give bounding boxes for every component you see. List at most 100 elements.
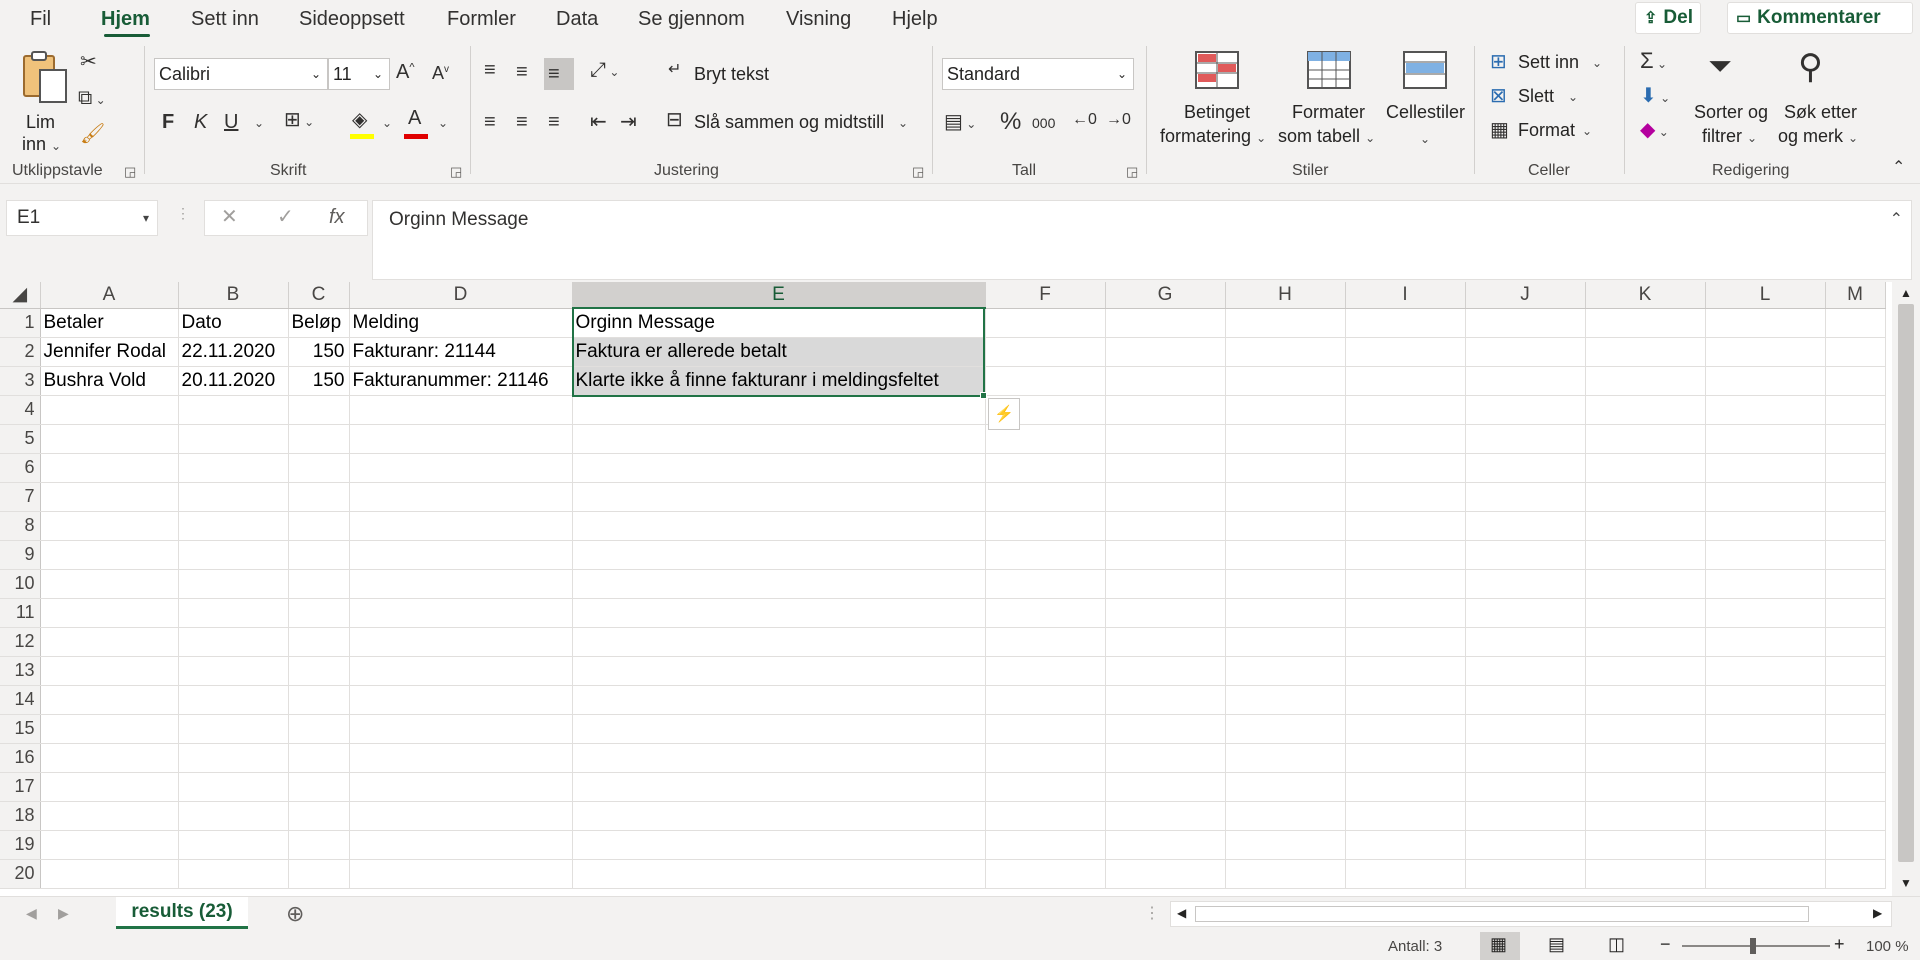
cell-i14[interactable] [1345,685,1466,715]
cell-k19[interactable] [1585,830,1706,860]
cell-d17[interactable] [349,772,573,802]
cell-e16[interactable] [572,743,986,773]
cell-b16[interactable] [178,743,289,773]
row-header[interactable]: 20 [0,859,41,889]
cell-f19[interactable] [985,830,1106,860]
chevron-down-icon[interactable]: ⌄ [254,116,264,130]
cell-b5[interactable] [178,424,289,454]
cell-b2[interactable]: 22.11.2020 [178,337,289,367]
cell-l18[interactable] [1705,801,1826,831]
normal-view-button[interactable]: ▦ [1480,932,1520,960]
cell-m9[interactable] [1825,540,1886,570]
paste-dropdown[interactable]: inn ⌄ [22,134,61,155]
cell-m17[interactable] [1825,772,1886,802]
cell-styles-button[interactable]: Cellestiler ⌄ [1382,46,1468,156]
cell-d14[interactable] [349,685,573,715]
cell-d4[interactable] [349,395,573,425]
cell-f13[interactable] [985,656,1106,686]
clear-icon[interactable]: ◆ ⌄ [1640,120,1669,140]
cell-a17[interactable] [40,772,179,802]
cell-h15[interactable] [1225,714,1346,744]
cell-g2[interactable] [1105,337,1226,367]
font-color-button[interactable]: A ⌄ [404,108,450,140]
cell-h4[interactable] [1225,395,1346,425]
cell-d15[interactable] [349,714,573,744]
cell-b15[interactable] [178,714,289,744]
cell-j17[interactable] [1465,772,1586,802]
col-header-i[interactable]: I [1345,282,1466,309]
scroll-left-icon[interactable]: ◀ [1177,906,1186,920]
col-header-d[interactable]: D [349,282,573,309]
cell-k8[interactable] [1585,511,1706,541]
cell-a14[interactable] [40,685,179,715]
format-cells-button[interactable]: ▦ Format ⌄ [1490,118,1600,146]
cell-g8[interactable] [1105,511,1226,541]
cell-c18[interactable] [288,801,350,831]
cell-e10[interactable] [572,569,986,599]
cell-a3[interactable]: Bushra Vold [40,366,179,396]
cell-d3[interactable]: Fakturanummer: 21146 [349,366,573,396]
cell-b20[interactable] [178,859,289,889]
cell-k3[interactable] [1585,366,1706,396]
cell-e3[interactable]: Klarte ikke å finne fakturanr i meldings… [572,366,986,396]
cell-d20[interactable] [349,859,573,889]
tab-help[interactable]: Hjelp [892,8,938,31]
cell-l1[interactable] [1705,308,1826,338]
col-header-e[interactable]: E [572,282,986,309]
cell-m16[interactable] [1825,743,1886,773]
cell-a20[interactable] [40,859,179,889]
thousands-button[interactable]: 000 [1032,116,1055,130]
tab-insert[interactable]: Sett inn [191,8,259,31]
cell-e9[interactable] [572,540,986,570]
cell-d8[interactable] [349,511,573,541]
cell-h10[interactable] [1225,569,1346,599]
flash-fill-options-button[interactable]: ⚡ [988,398,1020,430]
cell-a10[interactable] [40,569,179,599]
cell-g20[interactable] [1105,859,1226,889]
cell-e19[interactable] [572,830,986,860]
cell-k15[interactable] [1585,714,1706,744]
copy-icon[interactable]: ⧉ ⌄ [78,88,106,108]
cell-l2[interactable] [1705,337,1826,367]
row-header[interactable]: 18 [0,801,41,831]
cell-e15[interactable] [572,714,986,744]
cell-m13[interactable] [1825,656,1886,686]
cell-h12[interactable] [1225,627,1346,657]
conditional-formatting-button[interactable]: Betinget formatering ⌄ [1158,46,1274,156]
cell-f16[interactable] [985,743,1106,773]
cell-e6[interactable] [572,453,986,483]
cell-i18[interactable] [1345,801,1466,831]
row-header[interactable]: 6 [0,453,41,483]
cell-b7[interactable] [178,482,289,512]
formula-input[interactable]: Orginn Message ⌃ [372,200,1912,280]
cell-b13[interactable] [178,656,289,686]
cell-c9[interactable] [288,540,350,570]
more-options-icon[interactable]: ⋮ [176,206,190,220]
decrease-decimal-icon[interactable]: →0 [1106,112,1131,128]
cell-m12[interactable] [1825,627,1886,657]
row-header[interactable]: 19 [0,830,41,860]
cell-h18[interactable] [1225,801,1346,831]
cell-l6[interactable] [1705,453,1826,483]
cell-h16[interactable] [1225,743,1346,773]
col-header-j[interactable]: J [1465,282,1586,309]
cell-h14[interactable] [1225,685,1346,715]
cell-i7[interactable] [1345,482,1466,512]
format-as-table-button[interactable]: Formater som tabell ⌄ [1276,46,1380,156]
cell-j20[interactable] [1465,859,1586,889]
cell-m3[interactable] [1825,366,1886,396]
format-painter-icon[interactable]: 🖌 [80,124,105,144]
font-launcher-icon[interactable]: ◲ [450,164,462,180]
row-header[interactable]: 10 [0,569,41,599]
cell-f7[interactable] [985,482,1106,512]
col-header-l[interactable]: L [1705,282,1826,309]
prev-sheet-icon[interactable]: ◀ [26,905,37,922]
cell-b3[interactable]: 20.11.2020 [178,366,289,396]
sheet-tab-results[interactable]: results (23) [116,897,248,929]
cell-a11[interactable] [40,598,179,628]
cell-j5[interactable] [1465,424,1586,454]
font-name-combo[interactable]: Calibri ⌄ [154,58,328,90]
cell-c1[interactable]: Beløp [288,308,350,338]
number-launcher-icon[interactable]: ◲ [1126,164,1138,180]
increase-font-icon[interactable]: A^ [396,62,415,82]
